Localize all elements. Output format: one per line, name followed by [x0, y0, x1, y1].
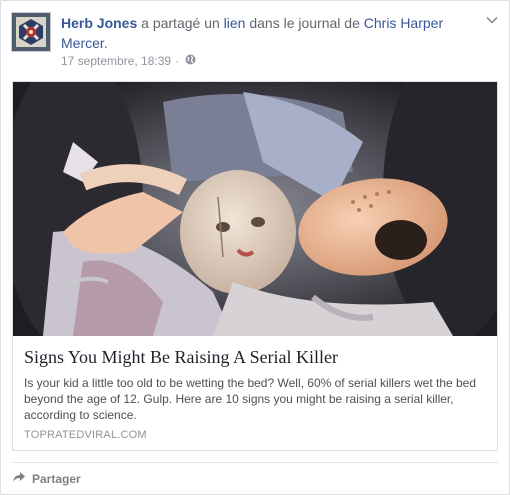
shared-link[interactable]: lien: [224, 15, 246, 31]
action-text-2: dans le journal de: [249, 15, 360, 31]
link-description: Is your kid a little too old to be wetti…: [24, 376, 477, 422]
link-preview-image[interactable]: [13, 82, 497, 336]
globe-icon[interactable]: [185, 54, 196, 68]
share-label: Partager: [32, 471, 81, 486]
action-text-1: a partagé un: [141, 15, 220, 31]
author-avatar[interactable]: [11, 12, 51, 52]
meta-separator: ·: [175, 54, 180, 68]
share-button[interactable]: Partager: [12, 471, 81, 486]
link-attachment[interactable]: Signs You Might Be Raising A Serial Kill…: [12, 81, 498, 451]
post-meta: 17 septembre, 18:39 ·: [61, 54, 196, 68]
post-header: Herb Jones a partagé un lien dans le jou…: [61, 13, 471, 53]
actions-divider: [12, 462, 498, 463]
timestamp-link[interactable]: 17 septembre, 18:39: [61, 54, 171, 68]
share-arrow-icon: [12, 471, 26, 486]
link-title[interactable]: Signs You Might Be Raising A Serial Kill…: [24, 346, 484, 368]
link-source-domain: TOPRATEDVIRAL.COM: [24, 429, 147, 441]
chevron-down-icon[interactable]: [485, 13, 499, 27]
author-name-link[interactable]: Herb Jones: [61, 15, 137, 31]
header-period: .: [103, 35, 108, 51]
feed-post: Herb Jones a partagé un lien dans le jou…: [0, 0, 510, 495]
